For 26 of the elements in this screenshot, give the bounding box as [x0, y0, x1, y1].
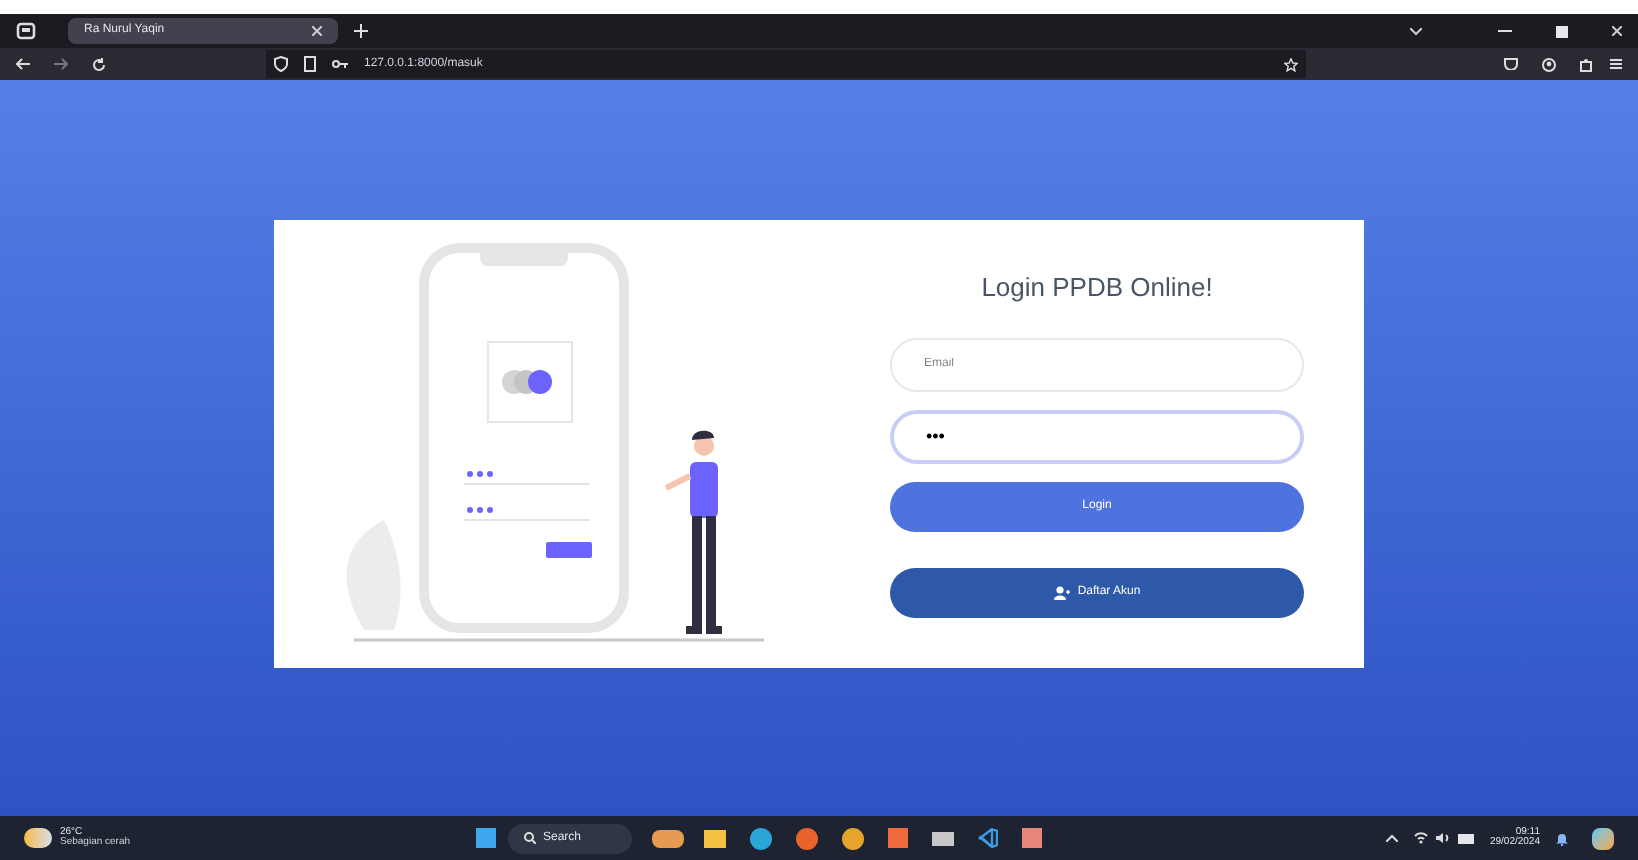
- close-icon[interactable]: [1612, 26, 1622, 36]
- forward-icon[interactable]: [54, 58, 68, 70]
- page-icon: [304, 56, 316, 72]
- new-tab-icon[interactable]: [354, 24, 368, 38]
- extensions-icon[interactable]: [1580, 57, 1594, 71]
- battery-icon[interactable]: [1457, 833, 1474, 843]
- speaker-icon[interactable]: [1435, 832, 1450, 844]
- account-icon[interactable]: [1542, 57, 1556, 71]
- shield-icon: [274, 56, 288, 72]
- back-icon[interactable]: [16, 58, 30, 70]
- bookmark-star-icon[interactable]: [1284, 57, 1298, 71]
- key-icon: [332, 60, 348, 68]
- caret-up-icon[interactable]: [1385, 834, 1398, 842]
- notification-bell-icon[interactable]: [1556, 831, 1568, 845]
- menu-icon[interactable]: [1610, 58, 1622, 70]
- password-field[interactable]: •••: [890, 409, 1304, 463]
- close-tab-icon[interactable]: [312, 26, 322, 36]
- user-plus-icon: [1053, 585, 1070, 599]
- shield-badge-icon[interactable]: [1504, 58, 1518, 70]
- restore-icon[interactable]: [1556, 25, 1568, 37]
- login-title: Login PPDB Online!: [979, 270, 1215, 306]
- search-icon: [523, 832, 535, 844]
- wifi-icon[interactable]: [1413, 832, 1428, 844]
- tab-list-icon[interactable]: [16, 22, 36, 40]
- reload-icon[interactable]: [92, 57, 106, 71]
- chevron-down-icon[interactable]: [1410, 27, 1422, 35]
